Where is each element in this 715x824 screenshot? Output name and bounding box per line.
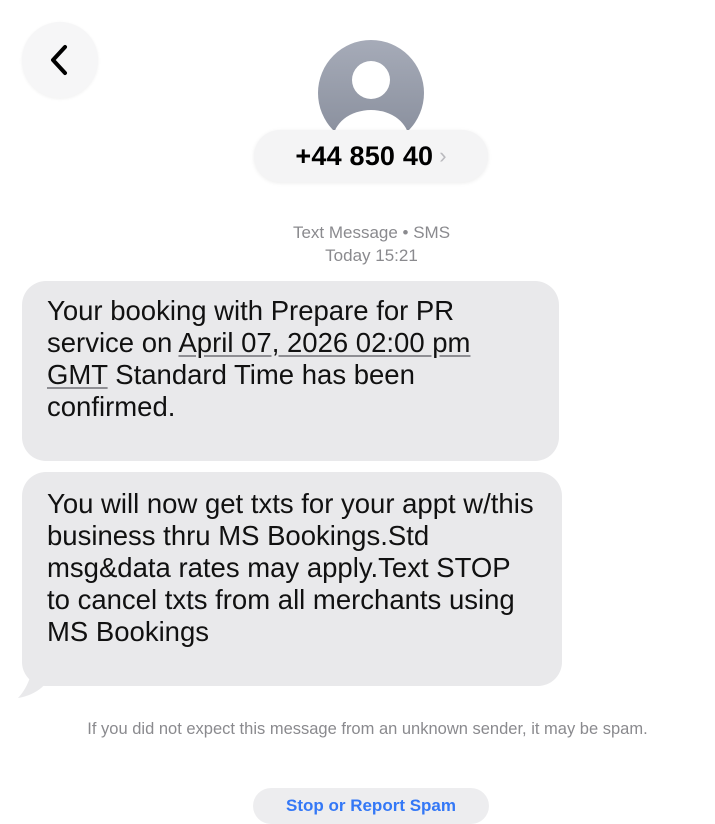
message-channel: Text Message • SMS: [292, 223, 451, 242]
message-bubble[interactable]: Your booking with Prepare for PR service…: [22, 281, 559, 461]
message-meta: Text Message • SMS Today 15:21: [0, 221, 715, 267]
message-timestamp: Today 15:21: [325, 246, 418, 265]
contact-name-button[interactable]: +44 850 40 ›: [254, 130, 488, 182]
report-spam-button[interactable]: Stop or Report Spam: [253, 788, 489, 824]
message-text: You will now get txts for your appt w/th…: [47, 488, 534, 647]
contact-phone-number: +44 850 40: [295, 140, 434, 171]
spam-notice: If you did not expect this message from …: [87, 720, 648, 738]
back-button[interactable]: [22, 22, 98, 98]
chevron-right-icon: ›: [439, 143, 447, 168]
chevron-left-icon: [51, 45, 67, 75]
message-bubble[interactable]: You will now get txts for your appt w/th…: [22, 472, 562, 686]
bubble-tail: [18, 652, 48, 698]
